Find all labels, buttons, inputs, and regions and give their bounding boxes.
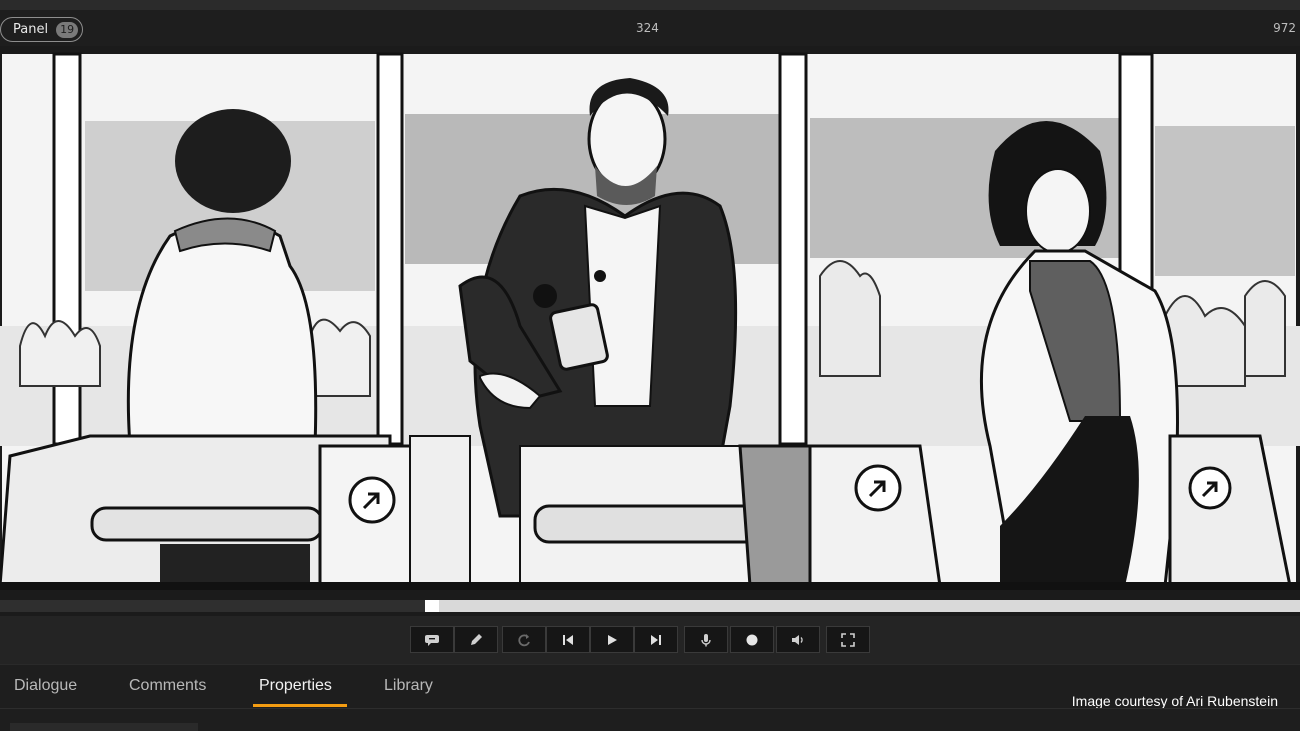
storyboard-app: Panel 19 324 972 Dialogue Comments Prope…: [0, 0, 1300, 731]
previous-button[interactable]: [546, 626, 590, 653]
comment-button[interactable]: [410, 626, 454, 653]
storyboard-sketch-image: [0, 46, 1300, 596]
fullscreen-button[interactable]: [826, 626, 870, 653]
frame-mid-marker: 324: [636, 21, 659, 35]
draw-button[interactable]: [454, 626, 498, 653]
tab-dialogue[interactable]: Dialogue: [14, 677, 77, 695]
panel-selector[interactable]: Panel 19: [0, 17, 83, 42]
fullscreen-icon: [841, 632, 855, 647]
record-button[interactable]: [730, 626, 774, 653]
timeline-playhead[interactable]: [425, 600, 439, 612]
volume-button[interactable]: [776, 626, 820, 653]
speaker-icon: [792, 634, 803, 645]
loop-button[interactable]: [502, 626, 546, 653]
tab-properties[interactable]: Properties: [259, 677, 332, 695]
playback-toolbar: [0, 616, 1300, 664]
top-strip: [0, 0, 1300, 10]
bottom-bar: [0, 708, 1300, 731]
speech-bubble-icon: [425, 634, 439, 646]
timeline-remaining-track: [439, 600, 1300, 612]
frame-end-marker: 972: [1273, 21, 1296, 35]
timeline-scrubber[interactable]: [0, 596, 1300, 616]
play-button[interactable]: [590, 626, 634, 653]
panel-count-badge: 19: [56, 21, 79, 38]
active-tab-indicator: [253, 704, 347, 707]
next-button[interactable]: [634, 626, 678, 653]
skip-back-icon: [563, 634, 573, 645]
panel-header: Panel 19 324 972: [0, 10, 1300, 46]
microphone-button[interactable]: [684, 626, 728, 653]
play-icon: [608, 634, 617, 645]
tab-library[interactable]: Library: [384, 677, 433, 695]
bottom-left-field: [10, 723, 198, 731]
timeline-played-track: [0, 600, 425, 612]
storyboard-panel-canvas[interactable]: [0, 46, 1300, 596]
skip-forward-icon: [651, 634, 661, 645]
pencil-icon: [471, 633, 482, 645]
tab-comments[interactable]: Comments: [129, 677, 206, 695]
loop-icon: [518, 633, 530, 646]
panel-tabs: Dialogue Comments Properties Library Ima…: [0, 664, 1300, 709]
panel-label: Panel: [13, 22, 49, 37]
record-icon: [746, 634, 758, 645]
microphone-icon: [701, 633, 711, 646]
image-credit: Image courtesy of Ari Rubenstein: [1071, 693, 1278, 709]
